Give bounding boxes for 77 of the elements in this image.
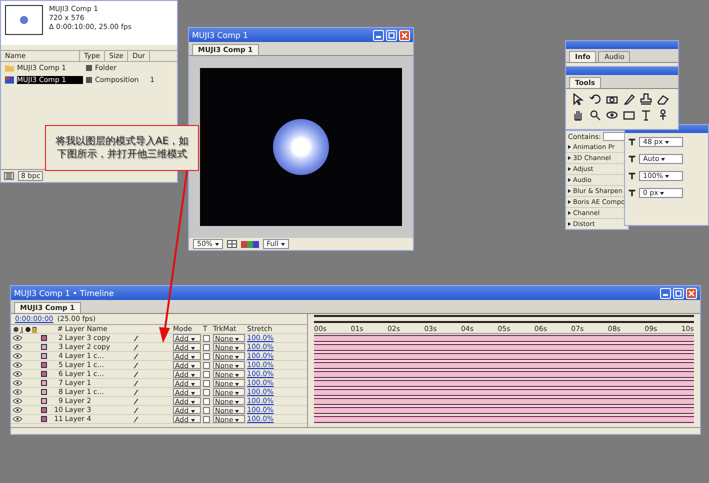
- zoom-icon[interactable]: [589, 109, 601, 121]
- window-title: MUJI3 Comp 1 • Timeline: [14, 288, 115, 298]
- layer-duration-bar[interactable]: [314, 344, 694, 351]
- layer-duration-bar[interactable]: [314, 407, 694, 414]
- interpret-footage-icon[interactable]: [4, 172, 14, 180]
- rotate-icon[interactable]: [589, 93, 601, 105]
- type-tool-icon[interactable]: [640, 109, 652, 121]
- search-field[interactable]: [603, 132, 626, 141]
- maximize-button[interactable]: [673, 288, 684, 298]
- visibility-icon[interactable]: [13, 335, 22, 341]
- visibility-icon[interactable]: [13, 380, 22, 386]
- maximize-icon: [674, 288, 683, 298]
- visibility-icon[interactable]: [13, 371, 22, 377]
- layer-duration-bar[interactable]: [314, 335, 694, 342]
- minimize-icon: [376, 36, 381, 38]
- layer-duration-bar[interactable]: [314, 416, 694, 423]
- pen-icon[interactable]: [623, 93, 635, 105]
- preserve-checkbox[interactable]: [203, 344, 210, 350]
- maximize-icon: [387, 30, 396, 40]
- minimize-button[interactable]: [660, 288, 671, 298]
- switches-header-icon: [13, 326, 39, 332]
- layer-duration-bar[interactable]: [314, 398, 694, 405]
- preserve-checkbox[interactable]: [203, 370, 210, 378]
- close-icon: [687, 288, 696, 298]
- preserve-checkbox[interactable]: [203, 334, 210, 342]
- preserve-checkbox[interactable]: [203, 398, 210, 404]
- close-button[interactable]: [686, 288, 697, 298]
- time-navigator[interactable]: [314, 315, 694, 323]
- folder-icon: [5, 64, 14, 72]
- close-icon: [400, 30, 409, 40]
- label-color[interactable]: [41, 398, 47, 404]
- eraser-icon[interactable]: [657, 93, 669, 105]
- label-color[interactable]: [41, 389, 47, 395]
- layer-duration-bar[interactable]: [314, 380, 694, 387]
- text-size-icon: [628, 155, 636, 163]
- preserve-checkbox[interactable]: [203, 352, 210, 360]
- text-size-icon: [628, 138, 636, 146]
- label-color[interactable]: [41, 371, 47, 377]
- label-color[interactable]: [41, 416, 47, 422]
- text-size-icon: [628, 189, 636, 197]
- layer-duration-bar[interactable]: [314, 371, 694, 378]
- visibility-icon[interactable]: [13, 407, 22, 413]
- label-color[interactable]: [41, 407, 47, 413]
- layer-duration-bar[interactable]: [314, 362, 694, 369]
- layer-duration-bar[interactable]: [314, 353, 694, 360]
- label-color[interactable]: [41, 344, 47, 350]
- thumbnail-preview: [5, 5, 43, 35]
- label-color[interactable]: [41, 335, 47, 341]
- stamp-icon[interactable]: [640, 93, 652, 105]
- maximize-button[interactable]: [386, 30, 397, 40]
- minimize-icon: [663, 294, 668, 296]
- annotation-text: 将我以图层的模式导入AE，如下图所示，并打开他三维模式: [54, 135, 190, 161]
- label-color[interactable]: [41, 353, 47, 359]
- close-button[interactable]: [399, 30, 410, 40]
- text-size-icon: [628, 172, 636, 180]
- visibility-icon[interactable]: [13, 398, 22, 404]
- hand-icon[interactable]: [572, 109, 584, 121]
- visibility-icon[interactable]: [13, 344, 22, 350]
- rectangle-icon[interactable]: [623, 109, 635, 121]
- minimize-button[interactable]: [373, 30, 384, 40]
- layer-duration-bar[interactable]: [314, 389, 694, 396]
- preserve-checkbox[interactable]: [203, 362, 210, 368]
- composition-icon: [5, 76, 14, 84]
- selection-icon[interactable]: [572, 93, 584, 105]
- visibility-icon[interactable]: [13, 353, 22, 359]
- label-color[interactable]: [41, 380, 47, 386]
- preserve-checkbox[interactable]: [203, 406, 210, 414]
- preserve-checkbox[interactable]: [203, 416, 210, 422]
- label-color[interactable]: [41, 362, 47, 368]
- grid-icon[interactable]: [226, 240, 237, 248]
- visibility-icon[interactable]: [13, 389, 22, 395]
- window-title: MUJI3 Comp 1: [192, 30, 250, 40]
- visibility-icon[interactable]: [13, 416, 22, 422]
- channel-icon[interactable]: [240, 240, 259, 248]
- visibility-icon[interactable]: [13, 362, 22, 368]
- preserve-checkbox[interactable]: [203, 388, 210, 396]
- preserve-checkbox[interactable]: [203, 380, 210, 386]
